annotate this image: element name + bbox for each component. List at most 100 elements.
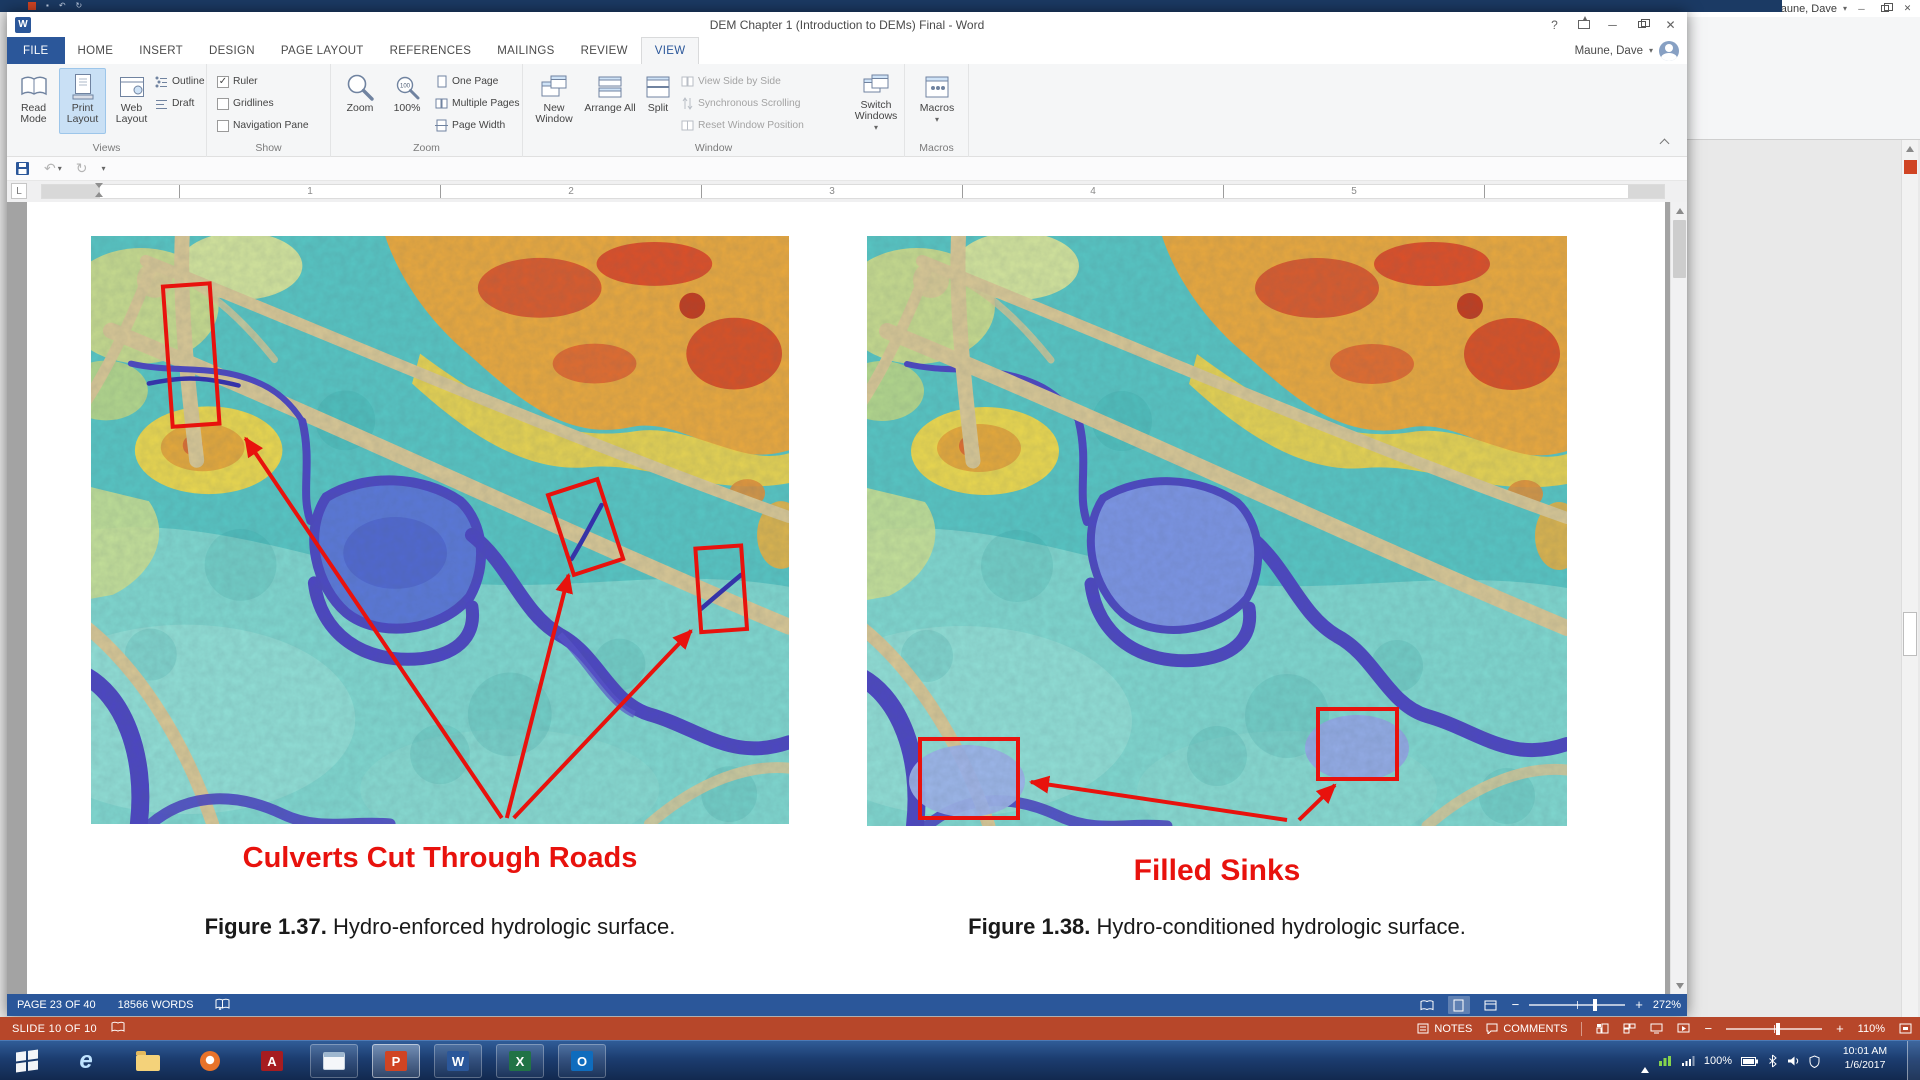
synchronous-scrolling-button[interactable]: Synchronous Scrolling	[681, 94, 800, 113]
tab-file[interactable]: FILE	[7, 37, 65, 64]
multiple-pages-button[interactable]: Multiple Pages	[435, 94, 520, 113]
tab-home[interactable]: HOME	[65, 37, 127, 64]
scroll-down-icon[interactable]	[1672, 978, 1687, 993]
read-mode-button[interactable]: Read Mode	[10, 68, 57, 134]
one-page-button[interactable]: One Page	[435, 72, 498, 91]
qat-undo-mini-icon[interactable]: ↶	[59, 1, 66, 11]
avatar[interactable]	[1659, 41, 1679, 61]
ppt-restore-button[interactable]	[1876, 2, 1893, 15]
switch-windows-button[interactable]: Switch Windows ▾	[851, 68, 901, 134]
hanging-indent-marker[interactable]	[95, 192, 103, 197]
scroll-up-icon[interactable]	[1903, 142, 1917, 156]
ppt-proofing-icon[interactable]	[111, 1021, 125, 1036]
ppt-zoom-in-button[interactable]: +	[1836, 1024, 1844, 1034]
customize-qat-button[interactable]: ▾	[101, 164, 105, 173]
slide-sorter-view-button[interactable]	[1623, 1023, 1636, 1034]
taskbar-excel-button[interactable]: X	[496, 1044, 544, 1078]
qat-redo-mini-icon[interactable]: ↻	[76, 1, 83, 11]
horizontal-ruler[interactable]: 1 2 3 4 5	[41, 184, 1665, 199]
proofing-icon[interactable]	[215, 998, 230, 1013]
print-layout-button[interactable]: Print Layout	[59, 68, 106, 134]
account-menu[interactable]: Maune, Dave ▾	[1575, 37, 1679, 64]
normal-view-button[interactable]	[1596, 1023, 1609, 1034]
new-window-button[interactable]: New Window	[527, 68, 581, 134]
collapse-ribbon-button[interactable]	[1653, 134, 1675, 150]
taskbar-explorer-button[interactable]	[124, 1044, 172, 1078]
zoom-percentage[interactable]: 272%	[1653, 999, 1681, 1011]
page-indicator[interactable]: PAGE 23 OF 40	[17, 999, 96, 1011]
network-icon[interactable]	[1681, 1055, 1695, 1067]
ppt-vertical-scrollbar[interactable]	[1901, 140, 1918, 1017]
close-button[interactable]: ✕	[1656, 12, 1685, 37]
navigation-pane-checkbox[interactable]: Navigation Pane	[217, 116, 309, 135]
ribbon-options-button[interactable]	[1569, 12, 1598, 37]
ppt-zoom-percentage[interactable]: 110%	[1858, 1023, 1885, 1035]
ppt-minimize-button[interactable]: ─	[1853, 2, 1870, 15]
redo-button[interactable]: ↻	[76, 160, 88, 177]
taskbar-generic-window-button[interactable]	[310, 1044, 358, 1078]
tab-review[interactable]: REVIEW	[568, 37, 641, 64]
zoom-100-button[interactable]: 100 100%	[385, 68, 429, 134]
taskbar-clock[interactable]: 10:01 AM 1/6/2017	[1826, 1044, 1904, 1078]
ppt-close-button[interactable]: ✕	[1899, 2, 1916, 15]
help-button[interactable]: ?	[1540, 12, 1569, 37]
figure-hydro-conditioned-image[interactable]	[867, 236, 1567, 826]
bluetooth-icon[interactable]	[1767, 1054, 1778, 1068]
zoom-slider[interactable]	[1529, 1004, 1625, 1006]
word-count[interactable]: 18566 WORDS	[118, 999, 194, 1011]
shield-icon[interactable]	[1809, 1055, 1820, 1068]
minimize-button[interactable]: ─	[1598, 12, 1627, 37]
draft-button[interactable]: Draft	[155, 94, 194, 113]
taskbar-media-button[interactable]	[186, 1044, 234, 1078]
tab-insert[interactable]: INSERT	[126, 37, 196, 64]
web-layout-view-button[interactable]	[1480, 996, 1502, 1014]
activity-monitor-icon[interactable]	[1658, 1055, 1672, 1067]
page-width-button[interactable]: Page Width	[435, 116, 505, 135]
word-vertical-scrollbar[interactable]	[1670, 202, 1687, 994]
outline-button[interactable]: Outline	[155, 72, 205, 91]
taskbar-adobe-button[interactable]: A	[248, 1044, 296, 1078]
taskbar-word-button[interactable]: W	[434, 1044, 482, 1078]
word-scroll-thumb[interactable]	[1673, 220, 1686, 278]
ppt-zoom-slider[interactable]	[1726, 1028, 1822, 1030]
gridlines-checkbox[interactable]: Gridlines	[217, 94, 274, 113]
notes-button[interactable]: NOTES	[1417, 1023, 1472, 1035]
ppt-scroll-thumb[interactable]	[1903, 612, 1917, 656]
scroll-up-icon[interactable]	[1672, 203, 1687, 218]
tab-mailings[interactable]: MAILINGS	[484, 37, 567, 64]
fit-slide-button[interactable]	[1899, 1023, 1912, 1034]
undo-button[interactable]: ↶▾	[44, 160, 62, 177]
reading-view-button[interactable]	[1650, 1023, 1663, 1034]
read-mode-view-button[interactable]	[1416, 996, 1438, 1014]
slide-indicator[interactable]: SLIDE 10 OF 10	[12, 1023, 97, 1035]
restore-button[interactable]	[1627, 12, 1656, 37]
ppt-zoom-out-button[interactable]: −	[1704, 1024, 1712, 1034]
slideshow-view-button[interactable]	[1677, 1023, 1690, 1034]
document-page[interactable]: Culverts Cut Through Roads Filled Sinks …	[27, 202, 1665, 994]
volume-icon[interactable]	[1787, 1055, 1800, 1067]
reset-window-position-button[interactable]: Reset Window Position	[681, 116, 804, 135]
save-button[interactable]	[15, 161, 30, 176]
tab-view[interactable]: VIEW	[641, 37, 700, 64]
comments-button[interactable]: COMMENTS	[1486, 1023, 1567, 1035]
show-desktop-button[interactable]	[1907, 1041, 1920, 1080]
taskbar-ie-button[interactable]: e	[62, 1044, 110, 1078]
battery-icon[interactable]	[1741, 1057, 1758, 1066]
print-layout-view-button[interactable]	[1448, 996, 1470, 1014]
tab-references[interactable]: REFERENCES	[377, 37, 485, 64]
figure-hydro-enforced-image[interactable]	[91, 236, 789, 824]
zoom-in-button[interactable]: +	[1635, 1000, 1643, 1010]
taskbar-powerpoint-button[interactable]: P	[372, 1044, 420, 1078]
tab-design[interactable]: DESIGN	[196, 37, 268, 64]
qat-save-mini-icon[interactable]: ▪	[46, 1, 49, 11]
tab-stop-selector[interactable]: L	[11, 183, 27, 199]
tab-page-layout[interactable]: PAGE LAYOUT	[268, 37, 377, 64]
start-button[interactable]	[6, 1044, 48, 1078]
view-side-by-side-button[interactable]: View Side by Side	[681, 72, 781, 91]
first-line-indent-marker[interactable]	[95, 183, 103, 188]
zoom-out-button[interactable]: −	[1512, 1000, 1520, 1010]
arrange-all-button[interactable]: Arrange All	[583, 68, 637, 134]
split-button[interactable]: Split	[639, 68, 677, 134]
web-layout-button[interactable]: Web Layout	[108, 68, 155, 134]
show-hidden-icons-button[interactable]	[1641, 1055, 1649, 1067]
